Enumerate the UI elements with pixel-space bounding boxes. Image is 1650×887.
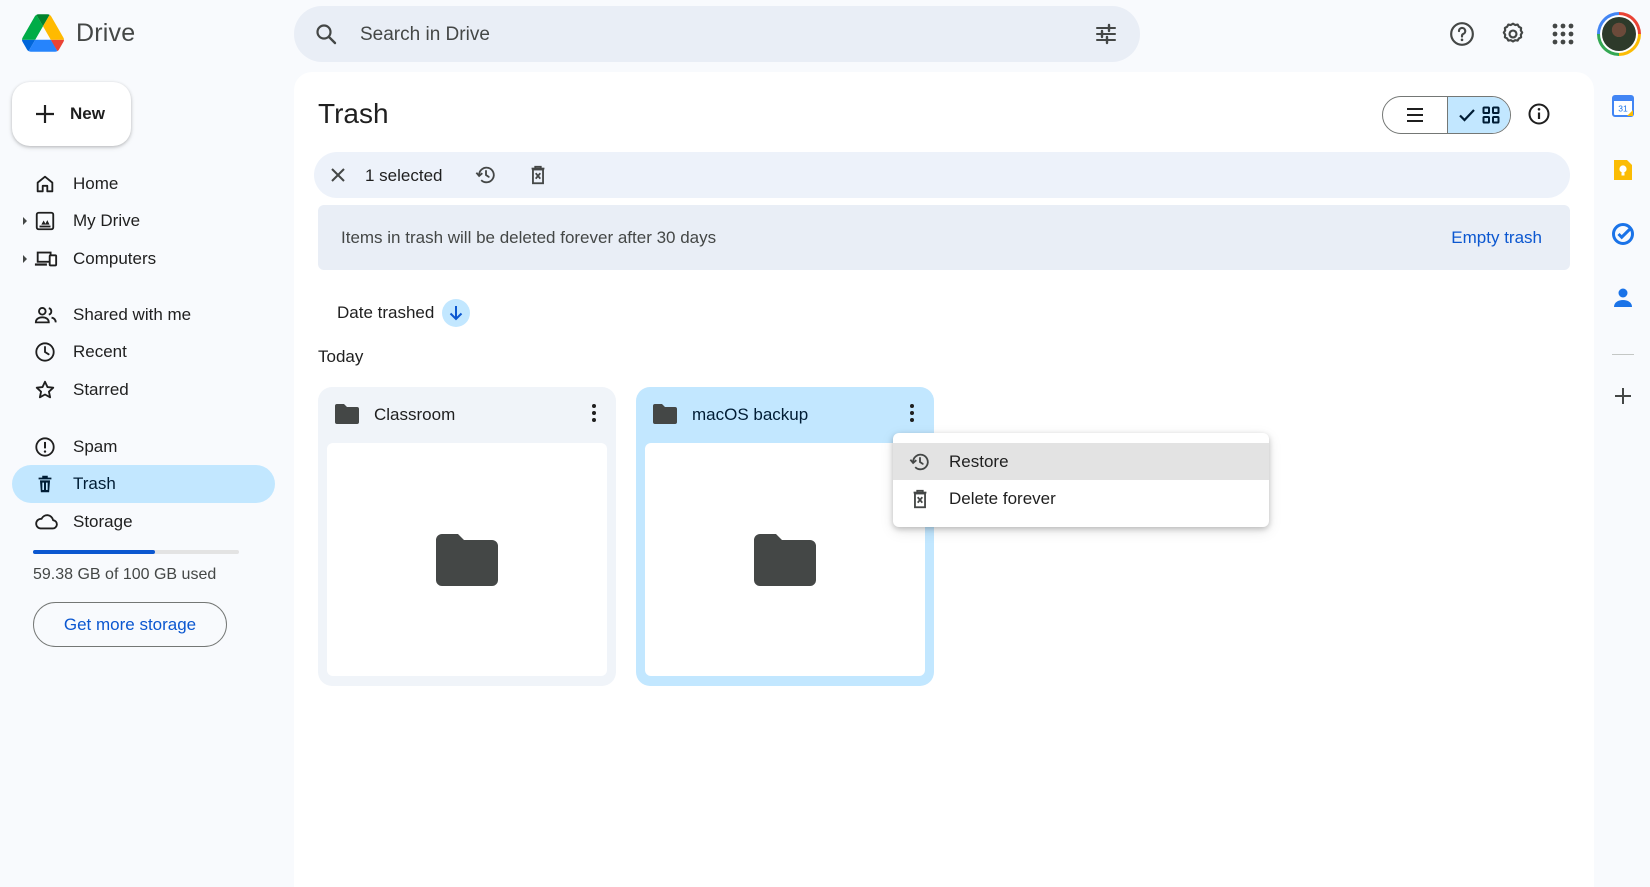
sidebar-item-recent[interactable]: Recent [12, 333, 275, 371]
sidebar-item-label: Shared with me [73, 305, 192, 324]
sidebar-item-label: My Drive [73, 211, 141, 230]
sidebar-item-starred[interactable]: Starred [12, 371, 275, 409]
folder-icon [754, 533, 816, 586]
folder-thumbnail [645, 443, 925, 676]
sort-direction-icon[interactable] [442, 299, 471, 327]
sidebar-item-computers[interactable]: Computers [12, 240, 275, 278]
trash-notice-message: Items in trash will be deleted forever a… [341, 228, 717, 247]
delete-forever-icon[interactable] [527, 164, 549, 186]
check-icon [1458, 109, 1475, 122]
selection-toolbar: 1 selected [314, 152, 1570, 198]
search-options-icon[interactable] [1094, 22, 1118, 46]
new-button-label: New [70, 104, 105, 123]
context-menu: Restore Delete forever [893, 433, 1269, 527]
sidebar-item-shared-with-me[interactable]: Shared with me [12, 296, 275, 334]
selection-count: 1 selected [365, 166, 443, 185]
sidebar-item-label: Spam [73, 437, 118, 456]
delete-forever-icon [909, 488, 931, 510]
tasks-icon[interactable] [1607, 218, 1639, 250]
more-actions-icon[interactable] [902, 401, 922, 425]
sidebar-item-label: Home [73, 174, 119, 193]
side-panel-divider [1612, 354, 1634, 355]
app-name: Drive [76, 18, 136, 47]
calendar-day: 31 [1618, 104, 1628, 114]
trash-icon [34, 473, 56, 495]
sidebar-item-label: Recent [73, 342, 127, 361]
folder-thumbnail [327, 443, 607, 676]
cloud-icon [34, 511, 58, 533]
sidebar-item-label: Computers [73, 249, 157, 268]
view-toggle [1382, 96, 1511, 134]
folder-card-selected[interactable]: macOS backup [636, 387, 934, 686]
menu-item-label: Restore [949, 452, 1009, 471]
grid-view-button[interactable] [1446, 97, 1510, 133]
folder-icon [436, 533, 498, 586]
storage-usage-text: 59.38 GB of 100 GB used [33, 566, 217, 583]
menu-item-label: Delete forever [949, 489, 1056, 508]
shared-icon [34, 304, 57, 326]
more-actions-icon[interactable] [584, 401, 604, 425]
sidebar-item-spam[interactable]: Spam [12, 428, 275, 466]
drive-logo-icon [22, 14, 64, 52]
expand-caret-icon[interactable] [23, 217, 27, 225]
spam-icon [34, 436, 56, 458]
calendar-icon[interactable]: 31 [1607, 90, 1639, 122]
details-info-icon[interactable] [1527, 102, 1551, 126]
clear-selection-icon[interactable] [328, 165, 348, 185]
trash-notice-banner: Items in trash will be deleted forever a… [318, 205, 1570, 270]
folder-name: macOS backup [692, 405, 809, 424]
storage-meter [33, 550, 239, 554]
star-icon [34, 379, 56, 401]
folder-icon [334, 403, 360, 425]
restore-icon [909, 451, 931, 473]
side-panel: 31 [1596, 72, 1650, 887]
sort-label[interactable]: Date trashed [337, 303, 434, 323]
search-bar[interactable]: Search in Drive [294, 6, 1140, 62]
keep-icon[interactable] [1607, 154, 1639, 186]
expand-caret-icon[interactable] [23, 255, 27, 263]
computers-icon [34, 248, 58, 270]
page-title: Trash [318, 98, 389, 129]
sort-control[interactable]: Date trashed [337, 299, 471, 327]
sidebar-item-label: Starred [73, 380, 129, 399]
settings-icon[interactable] [1493, 14, 1533, 54]
sidebar-item-storage[interactable]: Storage [12, 503, 275, 541]
folder-name: Classroom [374, 405, 456, 424]
add-icon[interactable] [1607, 380, 1639, 412]
restore-icon[interactable] [475, 164, 497, 186]
sidebar-item-label: Storage [73, 512, 133, 531]
sidebar-item-my-drive[interactable]: My Drive [12, 202, 275, 240]
my-drive-icon [34, 210, 56, 232]
drive-logo[interactable]: Drive [22, 14, 135, 52]
top-bar: Drive Search in Drive [0, 0, 1650, 68]
apps-grid-icon[interactable] [1543, 14, 1583, 54]
search-input[interactable]: Search in Drive [360, 24, 490, 46]
search-icon[interactable] [314, 22, 338, 46]
contacts-icon[interactable] [1607, 282, 1639, 314]
section-header: Today [318, 347, 364, 366]
sidebar-item-label: Trash [73, 474, 116, 493]
get-more-storage-button[interactable]: Get more storage [33, 602, 227, 647]
storage-meter-fill [33, 550, 156, 554]
plus-icon [36, 105, 54, 123]
clock-icon [34, 341, 56, 363]
account-avatar[interactable] [1597, 12, 1641, 56]
menu-item-delete-forever[interactable]: Delete forever [893, 480, 1269, 517]
home-icon [34, 173, 56, 195]
folder-icon [652, 403, 678, 425]
folder-card[interactable]: Classroom [318, 387, 616, 686]
grid-view-icon [1482, 106, 1500, 124]
menu-item-restore[interactable]: Restore [893, 443, 1269, 480]
sidebar-item-trash[interactable]: Trash [12, 465, 275, 503]
list-view-icon [1406, 108, 1423, 122]
list-view-button[interactable] [1383, 97, 1447, 133]
help-icon[interactable] [1442, 14, 1482, 54]
sidebar-item-home[interactable]: Home [12, 165, 275, 203]
empty-trash-button[interactable]: Empty trash [1451, 228, 1542, 248]
new-button[interactable]: New [12, 82, 131, 146]
